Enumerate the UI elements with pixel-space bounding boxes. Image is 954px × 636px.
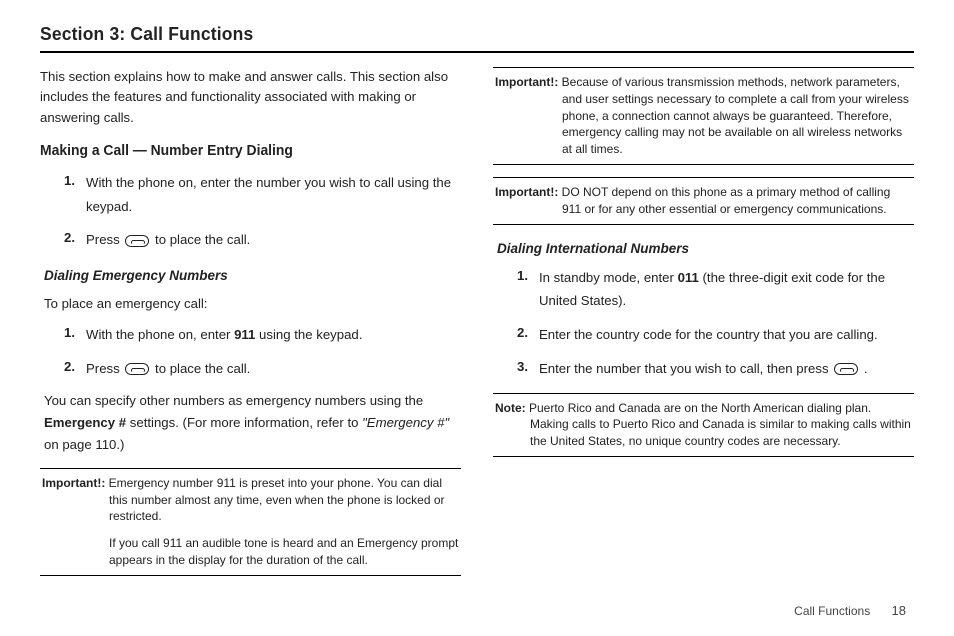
list-item: 1. With the phone on, enter the number y… xyxy=(64,171,461,219)
list-item: 2. Press to place the call. xyxy=(64,357,461,381)
international-steps: 1. In standby mode, enter 011 (the three… xyxy=(493,266,914,381)
content-columns: This section explains how to make and an… xyxy=(40,67,914,588)
call-key-icon xyxy=(834,363,858,375)
bold-text: 011 xyxy=(678,270,699,285)
making-call-steps: 1. With the phone on, enter the number y… xyxy=(40,171,461,252)
step-text: Press to place the call. xyxy=(86,357,461,381)
note-box: Note: Puerto Rico and Canada are on the … xyxy=(493,393,914,457)
step-number: 3. xyxy=(517,357,539,381)
text: Press xyxy=(86,232,123,247)
call-key-icon xyxy=(125,363,149,375)
step-text: With the phone on, enter 911 using the k… xyxy=(86,323,461,347)
step-text: Press to place the call. xyxy=(86,228,461,252)
step-number: 2. xyxy=(64,357,86,381)
text: settings. (For more information, refer t… xyxy=(126,415,362,430)
step-text: Enter the number that you wish to call, … xyxy=(539,357,914,381)
text: using the keypad. xyxy=(255,327,362,342)
step-number: 2. xyxy=(64,228,86,252)
international-heading: Dialing International Numbers xyxy=(497,239,914,260)
list-item: 1. With the phone on, enter 911 using th… xyxy=(64,323,461,347)
emergency-settings-para: You can specify other numbers as emergen… xyxy=(44,390,457,455)
call-key-icon xyxy=(125,235,149,247)
text: You can specify other numbers as emergen… xyxy=(44,393,423,408)
text: Press xyxy=(86,361,123,376)
step-number: 1. xyxy=(64,171,86,219)
important-box-2: Important!: Because of various transmiss… xyxy=(493,67,914,165)
text: on page 110.) xyxy=(44,437,124,452)
bold-text: Emergency # xyxy=(44,415,126,430)
bold-text: 911 xyxy=(234,327,255,342)
title-rule xyxy=(40,51,914,53)
intro-paragraph: This section explains how to make and an… xyxy=(40,67,461,128)
box-text: If you call 911 an audible tone is heard… xyxy=(42,535,459,569)
step-text: In standby mode, enter 011 (the three-di… xyxy=(539,266,914,314)
list-item: 2. Enter the country code for the countr… xyxy=(517,323,914,347)
page-footer: Call Functions 18 xyxy=(794,603,906,618)
footer-label: Call Functions xyxy=(794,604,870,618)
emergency-lead: To place an emergency call: xyxy=(44,293,457,315)
reference-text: "Emergency #" xyxy=(362,415,449,430)
list-item: 2. Press to place the call. xyxy=(64,228,461,252)
making-call-heading: Making a Call — Number Entry Dialing xyxy=(40,140,444,162)
text: In standby mode, enter xyxy=(539,270,678,285)
emergency-heading: Dialing Emergency Numbers xyxy=(44,266,461,287)
right-column: Important!: Because of various transmiss… xyxy=(493,67,914,588)
text: to place the call. xyxy=(151,361,250,376)
step-number: 2. xyxy=(517,323,539,347)
step-number: 1. xyxy=(517,266,539,314)
important-box-3: Important!: DO NOT depend on this phone … xyxy=(493,177,914,225)
list-item: 3. Enter the number that you wish to cal… xyxy=(517,357,914,381)
step-text: Enter the country code for the country t… xyxy=(539,323,914,347)
list-item: 1. In standby mode, enter 011 (the three… xyxy=(517,266,914,314)
text: With the phone on, enter xyxy=(86,327,234,342)
step-number: 1. xyxy=(64,323,86,347)
step-text: With the phone on, enter the number you … xyxy=(86,171,461,219)
left-column: This section explains how to make and an… xyxy=(40,67,461,588)
important-box-1: Important!: Emergency number 911 is pres… xyxy=(40,468,461,576)
text: to place the call. xyxy=(151,232,250,247)
emergency-steps: 1. With the phone on, enter 911 using th… xyxy=(40,323,461,381)
text: . xyxy=(860,361,867,376)
page-number: 18 xyxy=(892,603,906,618)
section-title: Section 3: Call Functions xyxy=(40,24,888,45)
text: Enter the number that you wish to call, … xyxy=(539,361,832,376)
